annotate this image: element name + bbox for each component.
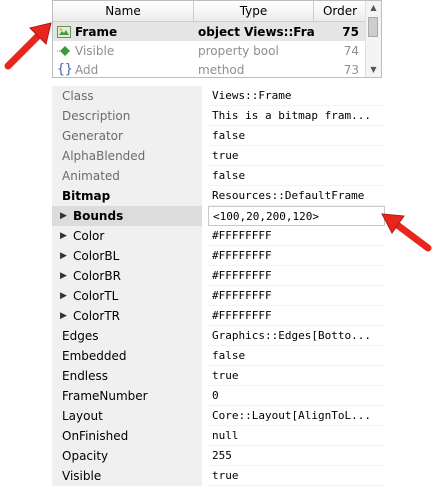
property-row-bitmap[interactable]: Bitmap Resources::DefaultFrame xyxy=(52,186,385,206)
property-name: FrameNumber xyxy=(52,386,202,406)
property-value[interactable]: #FFFFFFFF xyxy=(208,286,385,306)
property-name-colorbl: ▶ ColorBL xyxy=(52,246,202,266)
property-value[interactable]: false xyxy=(208,166,385,186)
property-name: Visible xyxy=(52,466,202,486)
property-name: Embedded xyxy=(52,346,202,366)
annotation-arrow-icon xyxy=(4,22,52,70)
property-row-framenumber[interactable]: FrameNumber 0 xyxy=(52,386,385,406)
column-header-order[interactable]: Order xyxy=(314,1,367,21)
property-name: ColorTR xyxy=(73,309,120,323)
member-order: 74 xyxy=(343,43,359,58)
property-name-colorbr: ▶ ColorBR xyxy=(52,266,202,286)
property-name: OnFinished xyxy=(52,426,202,446)
expand-triangle-icon[interactable]: ▶ xyxy=(60,226,67,246)
property-value[interactable]: This is a bitmap fram... xyxy=(208,106,385,126)
property-value[interactable]: 0 xyxy=(208,386,385,406)
expand-triangle-icon[interactable]: ▶ xyxy=(60,306,67,326)
scroll-thumb[interactable] xyxy=(368,17,378,37)
property-row-bounds[interactable]: ▶ Bounds <100,20,200,120> xyxy=(52,206,385,226)
property-value-editor[interactable]: <100,20,200,120> xyxy=(208,206,385,226)
property-value[interactable]: Resources::DefaultFrame xyxy=(208,186,385,206)
property-name: Generator xyxy=(52,126,202,146)
property-value[interactable]: false xyxy=(208,126,385,146)
property-row-generator[interactable]: Generator false xyxy=(52,126,385,146)
property-row-description[interactable]: Description This is a bitmap fram... xyxy=(52,106,385,126)
property-row-edges[interactable]: Edges Graphics::Edges[Botto... xyxy=(52,326,385,346)
property-row-visible[interactable]: Visible true xyxy=(52,466,385,486)
property-name: Layout xyxy=(52,406,202,426)
property-name: Edges xyxy=(52,326,202,346)
property-value[interactable]: #FFFFFFFF xyxy=(208,246,385,266)
member-row-frame[interactable]: Frame object Views::Frame 75 xyxy=(53,22,367,41)
column-header-name[interactable]: Name xyxy=(53,1,194,21)
property-row-class[interactable]: Class Views::Frame xyxy=(52,86,385,106)
property-name-color: ▶ Color xyxy=(52,226,202,246)
property-value[interactable]: true xyxy=(208,366,385,386)
property-name: Color xyxy=(73,229,105,243)
property-value[interactable]: true xyxy=(208,146,385,166)
property-value[interactable]: Views::Frame xyxy=(208,86,385,106)
property-name: Endless xyxy=(52,366,202,386)
property-name: Bitmap xyxy=(52,186,202,206)
property-name: Animated xyxy=(52,166,202,186)
property-row-embedded[interactable]: Embedded false xyxy=(52,346,385,366)
property-inspector: Class Views::Frame Description This is a… xyxy=(52,86,385,488)
member-order: 75 xyxy=(342,24,359,39)
property-row-color[interactable]: ▶ Color #FFFFFFFF xyxy=(52,226,385,246)
property-name: Class xyxy=(52,86,202,106)
member-type: property bool xyxy=(198,43,279,58)
property-row-endless[interactable]: Endless true xyxy=(52,366,385,386)
member-name: Visible xyxy=(75,43,115,58)
property-name: Description xyxy=(52,106,202,126)
member-type: object Views::Frame xyxy=(198,24,314,39)
property-name: Opacity xyxy=(52,446,202,466)
property-name: Bounds xyxy=(73,209,124,223)
property-row-onfinished[interactable]: OnFinished null xyxy=(52,426,385,446)
property-name-colortr: ▶ ColorTR xyxy=(52,306,202,326)
member-name: Frame xyxy=(75,24,118,39)
members-scrollbar[interactable]: ▲ ▼ xyxy=(365,1,381,77)
member-order: 73 xyxy=(343,62,359,77)
property-value[interactable]: false xyxy=(208,346,385,366)
property-row-colortl[interactable]: ▶ ColorTL #FFFFFFFF xyxy=(52,286,385,306)
members-header: Name Type Order xyxy=(53,1,367,22)
member-name: Add xyxy=(75,62,99,77)
property-value[interactable]: #FFFFFFFF xyxy=(208,266,385,286)
property-name: AlphaBlended xyxy=(52,146,202,166)
property-row-animated[interactable]: Animated false xyxy=(52,166,385,186)
scroll-down-icon[interactable]: ▼ xyxy=(366,63,381,77)
property-name: ColorBL xyxy=(73,249,120,263)
property-icon xyxy=(57,45,70,56)
property-name: ColorBR xyxy=(73,269,121,283)
annotation-arrow-icon xyxy=(381,213,432,252)
property-value[interactable]: #FFFFFFFF xyxy=(208,226,385,246)
property-row-colortr[interactable]: ▶ ColorTR #FFFFFFFF xyxy=(52,306,385,326)
property-value[interactable]: true xyxy=(208,466,385,486)
property-row-alphablended[interactable]: AlphaBlended true xyxy=(52,146,385,166)
member-row-visible[interactable]: Visible property bool 74 xyxy=(53,41,367,60)
property-name: ColorTL xyxy=(73,289,119,303)
property-value[interactable]: Core::Layout[AlignToL... xyxy=(208,406,385,426)
property-row-layout[interactable]: Layout Core::Layout[AlignToL... xyxy=(52,406,385,426)
property-name-bounds: ▶ Bounds xyxy=(52,206,202,226)
property-name-colortl: ▶ ColorTL xyxy=(52,286,202,306)
property-row-colorbl[interactable]: ▶ ColorBL #FFFFFFFF xyxy=(52,246,385,266)
property-value[interactable]: 255 xyxy=(208,446,385,466)
member-row-add[interactable]: {} Add method 73 xyxy=(53,60,367,79)
members-list: Name Type Order Frame object Views::Fram… xyxy=(52,0,382,78)
frame-object-icon xyxy=(57,25,71,38)
expand-triangle-icon[interactable]: ▶ xyxy=(60,266,67,286)
expand-triangle-icon[interactable]: ▶ xyxy=(60,246,67,266)
property-row-opacity[interactable]: Opacity 255 xyxy=(52,446,385,466)
method-braces-icon: {} xyxy=(57,61,73,77)
scroll-up-icon[interactable]: ▲ xyxy=(366,1,381,15)
property-value[interactable]: Graphics::Edges[Botto... xyxy=(208,326,385,346)
expand-triangle-icon[interactable]: ▶ xyxy=(60,206,67,226)
property-value[interactable]: null xyxy=(208,426,385,446)
property-value[interactable]: #FFFFFFFF xyxy=(208,306,385,326)
member-type: method xyxy=(198,62,245,77)
expand-triangle-icon[interactable]: ▶ xyxy=(60,286,67,306)
property-row-colorbr[interactable]: ▶ ColorBR #FFFFFFFF xyxy=(52,266,385,286)
column-header-type[interactable]: Type xyxy=(194,1,314,21)
